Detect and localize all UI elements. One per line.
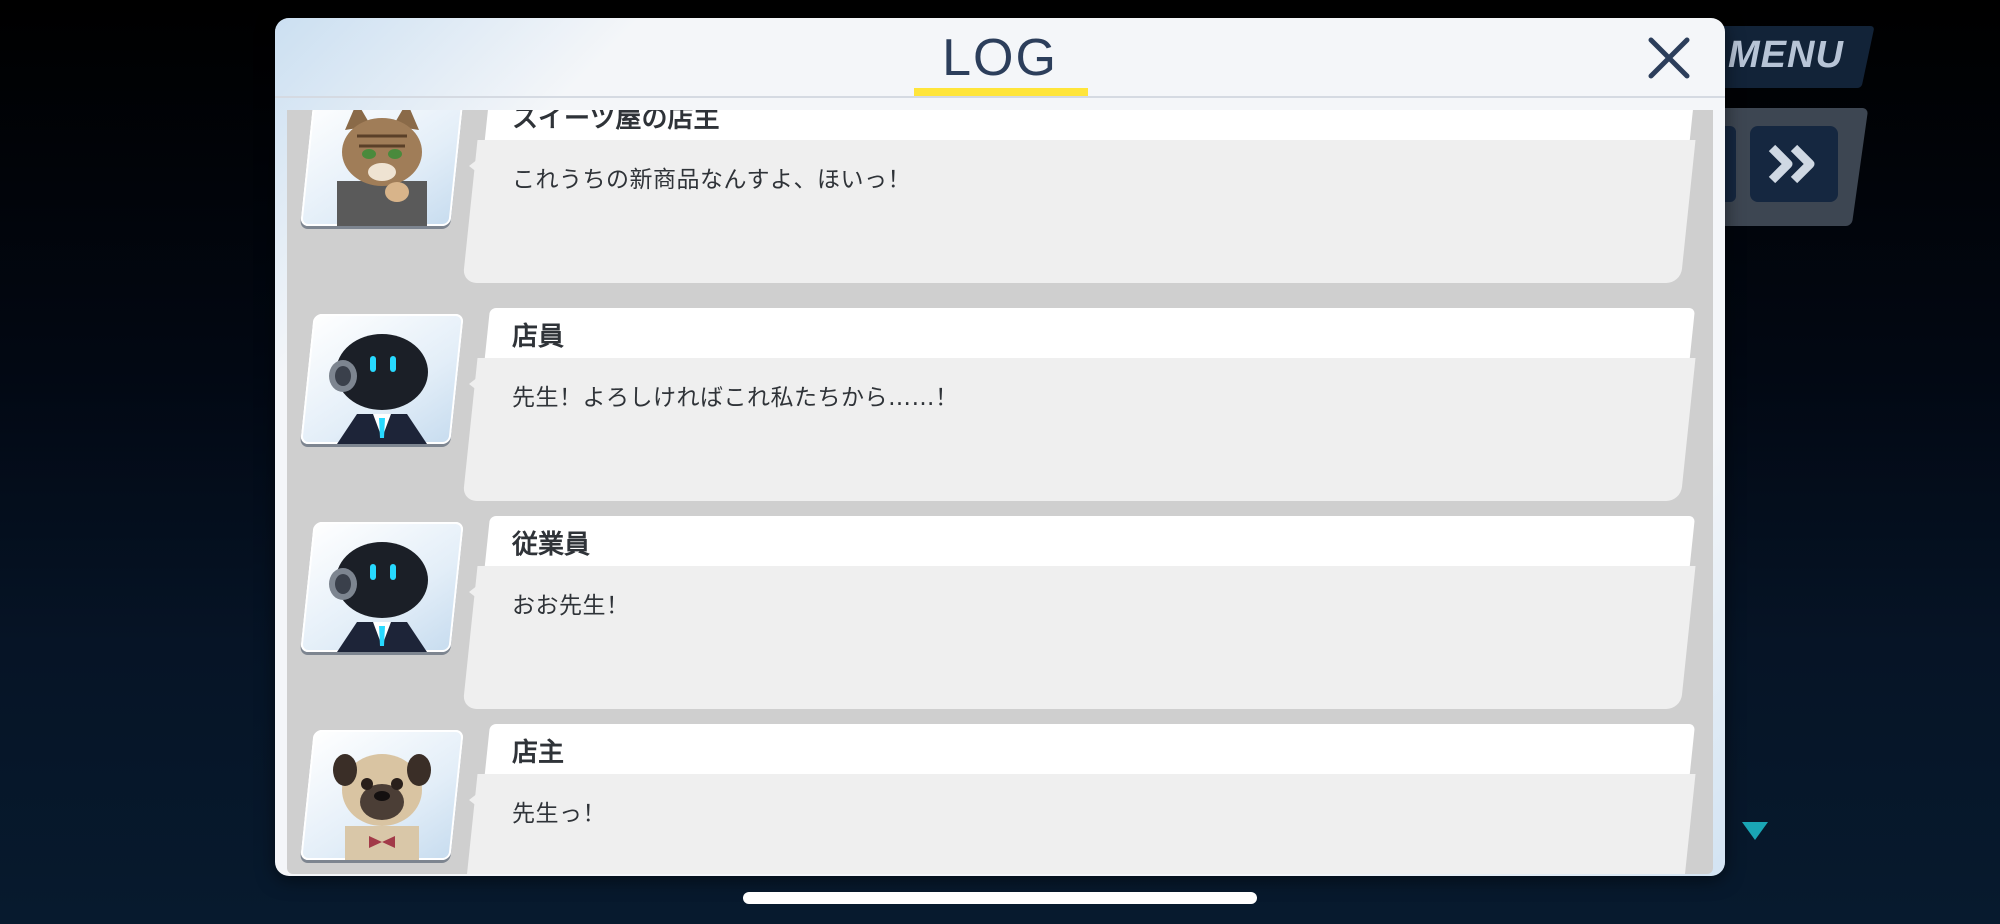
close-icon[interactable]: [1643, 32, 1695, 84]
triangle-down-icon: [1742, 822, 1768, 840]
dialog-tail: [469, 152, 487, 180]
log-title: LOG: [942, 29, 1058, 87]
robot-portrait[interactable]: [300, 314, 464, 444]
log-entry: 店員 先生！よろしければこれ私たちから……！: [287, 308, 1713, 508]
log-entry: 従業員 おお先生！: [287, 516, 1713, 716]
speaker-name: 従業員: [512, 530, 591, 560]
dialog-tail: [469, 578, 487, 606]
pug-portrait-icon: [333, 754, 431, 860]
dialog-box: [462, 566, 1696, 709]
double-chevron-right-icon: [1768, 144, 1815, 184]
menu-label: MENU: [1728, 34, 1844, 76]
log-modal: LOG スイーツ屋の店主 これうちの新商品なんすよ、ほいっ！ 店員 先生！よろし…: [275, 18, 1725, 876]
dialog-tail: [469, 370, 487, 398]
dialog-text: 先生っ！: [512, 801, 606, 827]
pug-portrait[interactable]: [300, 730, 464, 860]
speaker-name: 店主: [512, 738, 565, 768]
cat-portrait-icon: [337, 110, 427, 226]
robot-portrait-icon: [329, 542, 428, 652]
log-entry: スイーツ屋の店主 これうちの新商品なんすよ、ほいっ！: [287, 110, 1713, 290]
home-indicator: [743, 892, 1257, 904]
speaker-name: スイーツ屋の店主: [512, 110, 720, 134]
title-underline: [914, 88, 1088, 96]
dialog-tail: [469, 786, 487, 814]
robot-portrait-icon: [329, 334, 428, 444]
robot-portrait[interactable]: [300, 522, 464, 652]
dialog-text: これうちの新商品なんすよ、ほいっ！: [512, 167, 912, 193]
speaker-name: 店員: [512, 322, 565, 352]
cat-portrait[interactable]: [300, 110, 464, 226]
skip-button[interactable]: [1750, 126, 1838, 202]
log-list[interactable]: スイーツ屋の店主 これうちの新商品なんすよ、ほいっ！ 店員 先生！よろしければこ…: [287, 110, 1713, 874]
dialog-text: おお先生！: [512, 593, 630, 619]
dialog-box: [462, 774, 1696, 874]
dialog-text: 先生！よろしければこれ私たちから……！: [512, 385, 959, 411]
game-screen: MENU LOG スイーツ屋の店主 これうちの新商品なんすよ、ほいっ！ 店員 先…: [0, 0, 2000, 924]
log-entry: 店主 先生っ！: [287, 724, 1713, 874]
log-header: LOG: [275, 18, 1725, 98]
